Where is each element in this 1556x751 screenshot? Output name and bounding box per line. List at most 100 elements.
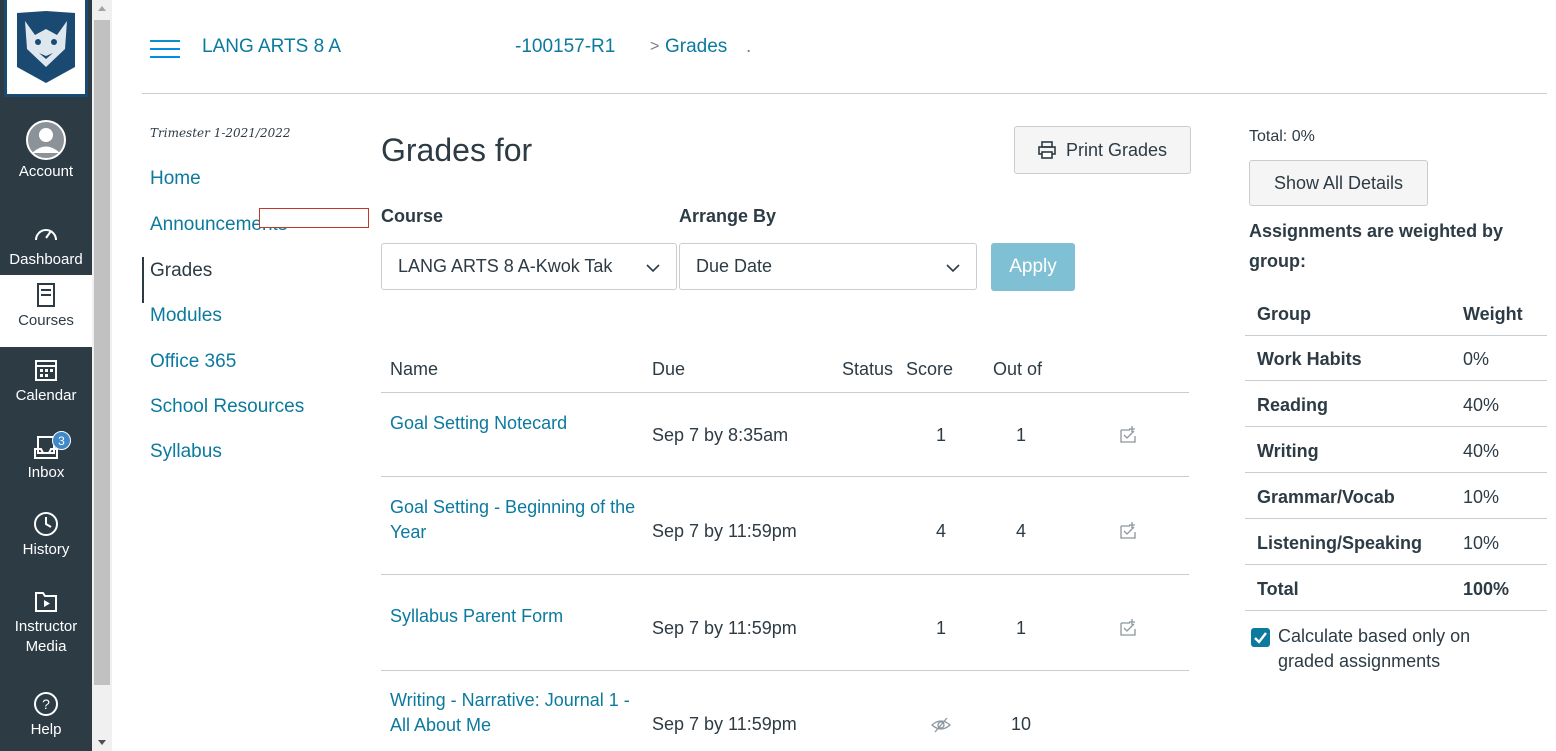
show-all-details-button[interactable]: Show All Details xyxy=(1249,160,1428,206)
hamburger-menu-icon[interactable] xyxy=(150,40,180,58)
course-select[interactable]: LANG ARTS 8 A-Kwok Tak xyxy=(381,243,677,290)
nav-courses-label: Courses xyxy=(18,312,74,329)
assignment-link[interactable]: Goal Setting - Beginning of the Year xyxy=(390,495,640,545)
chevron-down-icon xyxy=(946,264,960,273)
table-row-divider xyxy=(381,670,1189,671)
course-select-label: Course xyxy=(381,206,444,226)
print-grades-label: Print Grades xyxy=(1065,139,1168,160)
breadcrumb-separator: > xyxy=(650,38,660,55)
instructor-media-icon xyxy=(35,592,57,612)
assignment-link[interactable]: Writing - Narrative: Journal 1 - All Abo… xyxy=(390,688,640,738)
global-navigation: Account Dashboard Courses Calendar 3 Inb… xyxy=(0,0,92,751)
weight-total-group: Total xyxy=(1257,579,1299,599)
active-indicator xyxy=(142,257,144,303)
assignment-out-of: 10 xyxy=(1010,714,1032,734)
apply-button[interactable]: Apply xyxy=(991,243,1075,291)
nav-dashboard-label: Dashboard xyxy=(9,251,83,268)
column-header-status[interactable]: Status xyxy=(842,359,893,380)
nav-calendar[interactable]: Calendar xyxy=(0,356,92,406)
column-header-score[interactable]: Score xyxy=(906,359,953,380)
graded-only-checkbox[interactable] xyxy=(1251,628,1270,647)
assignment-out-of: 1 xyxy=(1015,425,1026,445)
nav-help[interactable]: ? Help xyxy=(0,690,92,740)
column-header-out-of[interactable]: Out of xyxy=(993,359,1042,380)
page-title: Grades for xyxy=(381,132,533,168)
account-icon xyxy=(26,120,66,160)
course-nav-school-resources[interactable]: School Resources xyxy=(150,396,304,418)
breadcrumb-course-start[interactable]: LANG ARTS 8 A xyxy=(202,36,341,58)
nav-history[interactable]: History xyxy=(0,510,92,560)
arrange-by-value: Due Date xyxy=(696,256,773,276)
help-icon: ? xyxy=(34,692,58,716)
column-header-name[interactable]: Name xyxy=(390,359,438,380)
weight-total-value: 100% xyxy=(1463,579,1510,599)
rubric-icon[interactable] xyxy=(1118,618,1138,638)
weight-row: Writing 40% xyxy=(1245,428,1547,473)
term-label: Trimester 1-2021/2022 xyxy=(150,126,291,140)
course-nav-syllabus[interactable]: Syllabus xyxy=(150,441,222,463)
weight-row: Work Habits 0% xyxy=(1245,336,1547,381)
weights-header-group: Group xyxy=(1257,304,1311,324)
arrange-by-select[interactable]: Due Date xyxy=(679,243,977,290)
checkmark-icon xyxy=(1254,632,1267,644)
calendar-icon xyxy=(35,360,57,381)
weight-value: 40% xyxy=(1463,441,1500,461)
assignment-due: Sep 7 by 11:59pm xyxy=(652,618,797,638)
weight-value: 10% xyxy=(1463,533,1500,553)
assignment-due: Sep 7 by 11:59pm xyxy=(652,714,797,734)
svg-text:?: ? xyxy=(42,696,50,712)
weight-row: Grammar/Vocab 10% xyxy=(1245,474,1547,519)
column-header-due[interactable]: Due xyxy=(652,359,685,380)
weight-group: Reading xyxy=(1257,395,1329,415)
assignment-due: Sep 7 by 8:35am xyxy=(652,425,789,445)
assignment-score: 4 xyxy=(935,521,946,541)
page-scrollbar[interactable] xyxy=(92,0,112,751)
nav-inbox[interactable]: 3 Inbox xyxy=(0,431,92,483)
breadcrumb-grades[interactable]: Grades xyxy=(665,36,727,58)
course-nav-grades[interactable]: Grades xyxy=(150,260,212,282)
weight-value: 40% xyxy=(1463,395,1500,415)
course-nav-home[interactable]: Home xyxy=(150,168,201,190)
nav-instructor-media[interactable]: Instructor Media xyxy=(0,587,92,657)
printer-icon xyxy=(1038,141,1056,159)
nav-calendar-label: Calendar xyxy=(15,387,77,404)
breadcrumb-trail: . xyxy=(746,36,752,57)
print-grades-button[interactable]: Print Grades xyxy=(1014,126,1191,174)
assignment-out-of: 4 xyxy=(1015,521,1026,541)
assignment-score: 1 xyxy=(935,425,946,445)
scroll-down-arrow-icon[interactable] xyxy=(98,740,106,745)
weight-row: Reading 40% xyxy=(1245,382,1547,427)
nav-courses[interactable]: Courses xyxy=(0,275,92,347)
total-grade: Total: 0% xyxy=(1249,128,1315,145)
weighted-note: Assignments are weighted by group: xyxy=(1249,221,1504,271)
nav-account[interactable]: Account xyxy=(0,120,92,182)
rubric-icon[interactable] xyxy=(1118,425,1138,445)
wildcat-logo[interactable] xyxy=(4,0,88,97)
graded-only-label[interactable]: Calculate based only on graded assignmen… xyxy=(1278,624,1518,674)
table-row-divider xyxy=(381,574,1189,575)
weight-group: Listening/Speaking xyxy=(1257,533,1423,553)
weights-header-row: Group Weight xyxy=(1245,291,1547,336)
assignment-score: 1 xyxy=(935,618,946,638)
history-icon xyxy=(34,512,58,536)
assignment-link[interactable]: Goal Setting Notecard xyxy=(390,411,640,436)
wildcat-logo-icon xyxy=(17,11,75,83)
course-nav-modules[interactable]: Modules xyxy=(150,305,222,327)
assignment-link[interactable]: Syllabus Parent Form xyxy=(390,604,640,629)
nav-account-label: Account xyxy=(18,163,74,180)
scrollbar-thumb[interactable] xyxy=(94,20,110,685)
weight-group: Writing xyxy=(1257,441,1319,461)
nav-help-label: Help xyxy=(30,721,62,738)
nav-instructor-media-label: Instructor Media xyxy=(14,618,78,655)
weight-group: Work Habits xyxy=(1257,349,1362,369)
nav-inbox-label: Inbox xyxy=(27,464,65,481)
assignment-out-of: 1 xyxy=(1015,618,1026,638)
course-nav-office-365[interactable]: Office 365 xyxy=(150,351,236,373)
breadcrumb-course-end[interactable]: -100157-R1 xyxy=(515,36,615,58)
scroll-up-arrow-icon[interactable] xyxy=(98,6,106,11)
arrange-by-label: Arrange By xyxy=(679,206,777,226)
course-header: LANG ARTS 8 A -100157-R1 > Grades . xyxy=(142,0,1547,94)
rubric-icon[interactable] xyxy=(1118,521,1138,541)
nav-history-label: History xyxy=(22,541,70,558)
nav-dashboard[interactable]: Dashboard xyxy=(0,220,92,270)
